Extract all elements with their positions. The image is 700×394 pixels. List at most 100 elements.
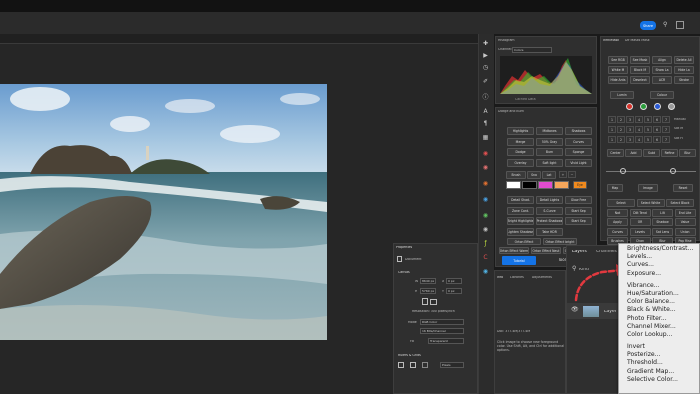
lat-button[interactable]: Lat (542, 171, 556, 179)
merge-button[interactable]: Merge (507, 137, 534, 146)
apply-button[interactable]: Apply (607, 218, 628, 226)
start-sep-button[interactable]: Start Sep (565, 206, 592, 215)
menu-item-vibrance[interactable]: Vibrance... (619, 282, 699, 290)
plugin-icon-2[interactable]: ◉ (482, 164, 489, 171)
move-icon[interactable]: ✚ (482, 40, 489, 47)
level-button[interactable]: 5 (644, 126, 652, 133)
bits-select[interactable]: 16 Bits/Channel (420, 328, 464, 334)
50-gray-button[interactable]: 50% Gray (536, 137, 563, 146)
align-button[interactable]: Align (652, 56, 672, 64)
level-button[interactable]: 4 (635, 116, 643, 123)
overlay-button[interactable]: Overlay (507, 158, 534, 167)
level-button[interactable]: 1 (608, 126, 616, 133)
sponge-button[interactable]: Sponge (565, 148, 592, 156)
value-button[interactable]: Value (674, 218, 696, 226)
lumin-button[interactable]: Lumin (610, 91, 634, 99)
select-button[interactable]: Select (607, 199, 635, 207)
menu-item-posterize[interactable]: Posterize... (619, 351, 699, 359)
level-button[interactable]: 6 (653, 136, 661, 143)
color-circle[interactable] (640, 103, 647, 110)
curves-button[interactable]: Curves (565, 137, 592, 146)
vivid-light-button[interactable]: Vivid Light (565, 158, 592, 167)
plugin-icon-7[interactable]: ƒ (482, 240, 489, 247)
curves-button[interactable]: Curves (607, 227, 628, 236)
select-black-button[interactable]: Select Black (666, 199, 694, 207)
black-m-button[interactable]: Black M (630, 66, 650, 74)
menu-item-invert[interactable]: Invert (619, 343, 699, 351)
fill-select[interactable]: Transparent (428, 338, 464, 344)
or-button[interactable]: OR (629, 218, 651, 226)
hide-la-button[interactable]: Hide La (674, 66, 694, 74)
subt-button[interactable]: Subt (643, 149, 660, 157)
plugin-icon-1[interactable]: ◉ (482, 150, 489, 157)
eye-button[interactable]: Eye (573, 181, 587, 189)
level-button[interactable]: 3 (626, 136, 634, 143)
brush-icon[interactable]: ✐ (482, 78, 489, 85)
color-swatch[interactable] (538, 181, 553, 189)
menu-item-black-white[interactable]: Black & White... (619, 306, 699, 314)
tutorial-button[interactable]: Tutorial (502, 256, 536, 265)
level-button[interactable]: 7 (662, 136, 670, 143)
level-button[interactable]: 2 (617, 126, 625, 133)
reset-button[interactable]: Reset (673, 184, 693, 192)
hide-ants-button[interactable]: Hide Ants (608, 76, 628, 84)
color-circle[interactable] (626, 103, 633, 110)
level-button[interactable]: 5 (644, 116, 652, 123)
zone-cont-button[interactable]: Zone Cont. (507, 206, 534, 215)
menu-item-hue-saturation[interactable]: Hue/Saturation... (619, 290, 699, 298)
workspace-icon[interactable] (676, 21, 684, 29)
menu-item-photo-filter[interactable]: Photo Filter... (619, 315, 699, 323)
layers-tab[interactable]: Layers (572, 250, 587, 255)
search-icon[interactable]: ⚲ (663, 21, 671, 29)
shadow-button[interactable]: Shadow (652, 218, 673, 226)
h-field[interactable]: 5760 px (420, 288, 436, 294)
plus-icon[interactable]: + (559, 171, 567, 178)
menu-item-brightness-contrast[interactable]: Brightness/Contrast... (619, 245, 699, 253)
lighten-shadows-button[interactable]: Lighten Shadows (507, 227, 534, 236)
refine-button[interactable]: Refine (661, 149, 678, 157)
x-field[interactable]: 0 px (446, 278, 462, 284)
lilt-button[interactable]: Lilt (652, 208, 673, 217)
menu-item-threshold[interactable]: Threshold... (619, 359, 699, 367)
channels-tab[interactable]: Channels (596, 250, 617, 255)
image-button[interactable]: Image (638, 184, 658, 192)
level-button[interactable]: 3 (626, 126, 634, 133)
menu-item-selective-color[interactable]: Selective Color... (619, 376, 699, 384)
brush-button[interactable]: Brush (506, 171, 526, 179)
infinimask-tab[interactable]: InfiniMask (603, 39, 619, 42)
acr-button[interactable]: ACR (652, 76, 672, 84)
level-button[interactable]: 2 (617, 136, 625, 143)
menu-item-levels[interactable]: Levels... (619, 253, 699, 261)
select-white-button[interactable]: Select White (636, 199, 665, 207)
not-button[interactable]: Not (607, 208, 628, 217)
histogram-channel-select[interactable]: Colors (512, 47, 552, 53)
play-icon[interactable]: ▶ (482, 52, 489, 59)
landscape-icon[interactable] (430, 299, 437, 305)
level-button[interactable]: 1 (608, 136, 616, 143)
ruler-icon[interactable] (398, 362, 404, 368)
level-button[interactable]: 7 (662, 116, 670, 123)
y-field[interactable]: 0 px (446, 288, 462, 294)
plugin-icon-5[interactable]: ◉ (482, 212, 489, 219)
see-rgb-button[interactable]: See RGB (608, 56, 628, 64)
share-button[interactable]: Share (640, 21, 656, 30)
infinimask-tab-2[interactable]: Dif Masks Mask (625, 39, 650, 42)
guide-icon[interactable] (422, 362, 428, 368)
plugin-icon-8[interactable]: С (482, 254, 489, 261)
layers-icon[interactable]: ▦ (482, 134, 489, 141)
see-mask-button[interactable]: See Mask (630, 56, 650, 64)
units-select[interactable]: Pixels (440, 362, 464, 368)
plugin-icon-3[interactable]: ◉ (482, 180, 489, 187)
add-button[interactable]: Add (625, 149, 642, 157)
level-button[interactable]: 4 (635, 136, 643, 143)
plugin-icon-9[interactable]: ◉ (482, 268, 489, 275)
paragraph-icon[interactable]: ¶ (482, 120, 489, 127)
color-swatch[interactable] (522, 181, 537, 189)
level-button[interactable]: 4 (635, 126, 643, 133)
levels-button[interactable]: Levels (629, 227, 651, 236)
color-circle[interactable] (668, 103, 675, 110)
delete-all-button[interactable]: Delete All (674, 56, 694, 64)
menu-item-gradient-map[interactable]: Gradient Map... (619, 368, 699, 376)
detail-shad-button[interactable]: Detail Shad. (507, 196, 534, 204)
blur-button[interactable]: Blur (679, 149, 696, 157)
